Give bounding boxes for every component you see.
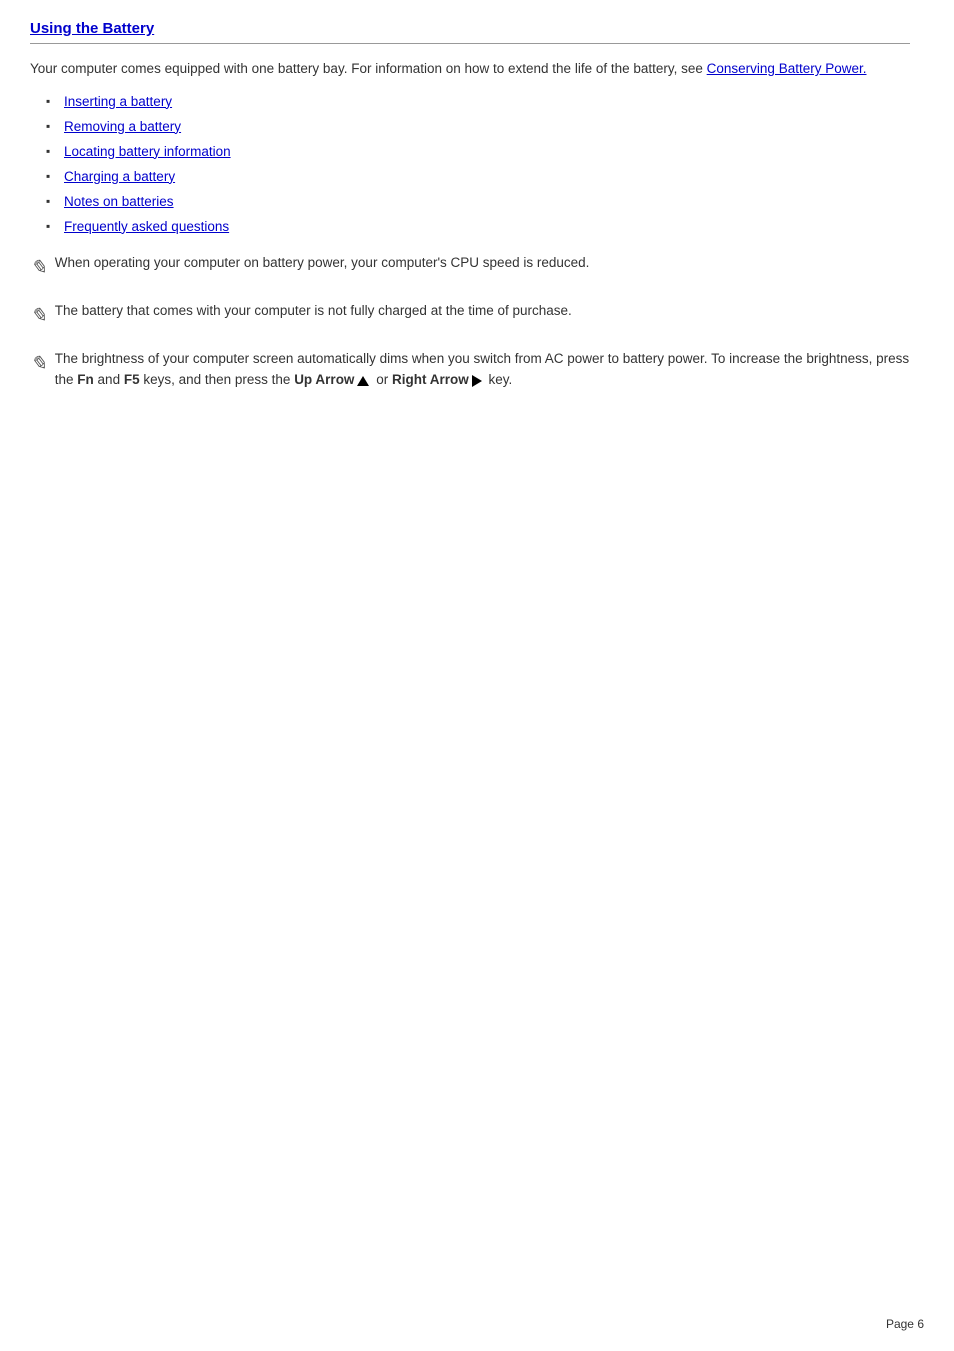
note-text-1: When operating your computer on battery … xyxy=(55,252,590,274)
note3-right-arrow-label: Right Arrow xyxy=(392,372,469,387)
list-item-3: Charging a battery xyxy=(50,169,910,184)
list-item-1: Removing a battery xyxy=(50,119,910,134)
list-link-2[interactable]: Locating battery information xyxy=(64,144,231,159)
intro-paragraph: Your computer comes equipped with one ba… xyxy=(30,58,910,80)
right-arrow-icon xyxy=(472,375,482,387)
page-title: Using the Battery xyxy=(30,20,910,44)
list-link-4[interactable]: Notes on batteries xyxy=(64,194,174,209)
note-block-3: ✎ The brightness of your computer screen… xyxy=(30,348,910,391)
note-text-3: The brightness of your computer screen a… xyxy=(55,348,910,391)
intro-text: Your computer comes equipped with one ba… xyxy=(30,61,703,76)
list-item-5: Frequently asked questions xyxy=(50,219,910,234)
topics-list: Inserting a battery Removing a battery Loc… xyxy=(50,94,910,234)
note3-part3: and xyxy=(94,372,124,387)
list-link-0[interactable]: Inserting a battery xyxy=(64,94,172,109)
note3-fn: Fn xyxy=(77,372,94,387)
note3-key: key. xyxy=(485,372,513,387)
up-arrow-icon xyxy=(357,376,369,386)
note-icon-1: ✎ xyxy=(30,252,47,284)
list-item-2: Locating battery information xyxy=(50,144,910,159)
conserving-battery-link[interactable]: Conserving Battery Power. xyxy=(707,61,867,76)
list-link-5[interactable]: Frequently asked questions xyxy=(64,219,229,234)
note3-part5: keys, and then press the xyxy=(140,372,295,387)
list-item-0: Inserting a battery xyxy=(50,94,910,109)
note-block-2: ✎ The battery that comes with your compu… xyxy=(30,300,910,332)
note-text-2: The battery that comes with your compute… xyxy=(55,300,572,322)
note3-f5: F5 xyxy=(124,372,140,387)
note-icon-3: ✎ xyxy=(30,348,47,380)
note3-up-arrow-label: Up Arrow xyxy=(294,372,354,387)
note3-or: or xyxy=(372,372,392,387)
list-item-4: Notes on batteries xyxy=(50,194,910,209)
page-container: Using the Battery Your computer comes eq… xyxy=(0,0,940,467)
note-block-1: ✎ When operating your computer on batter… xyxy=(30,252,910,284)
list-link-1[interactable]: Removing a battery xyxy=(64,119,181,134)
page-number: Page 6 xyxy=(886,1317,924,1331)
note-icon-2: ✎ xyxy=(30,300,47,332)
list-link-3[interactable]: Charging a battery xyxy=(64,169,175,184)
